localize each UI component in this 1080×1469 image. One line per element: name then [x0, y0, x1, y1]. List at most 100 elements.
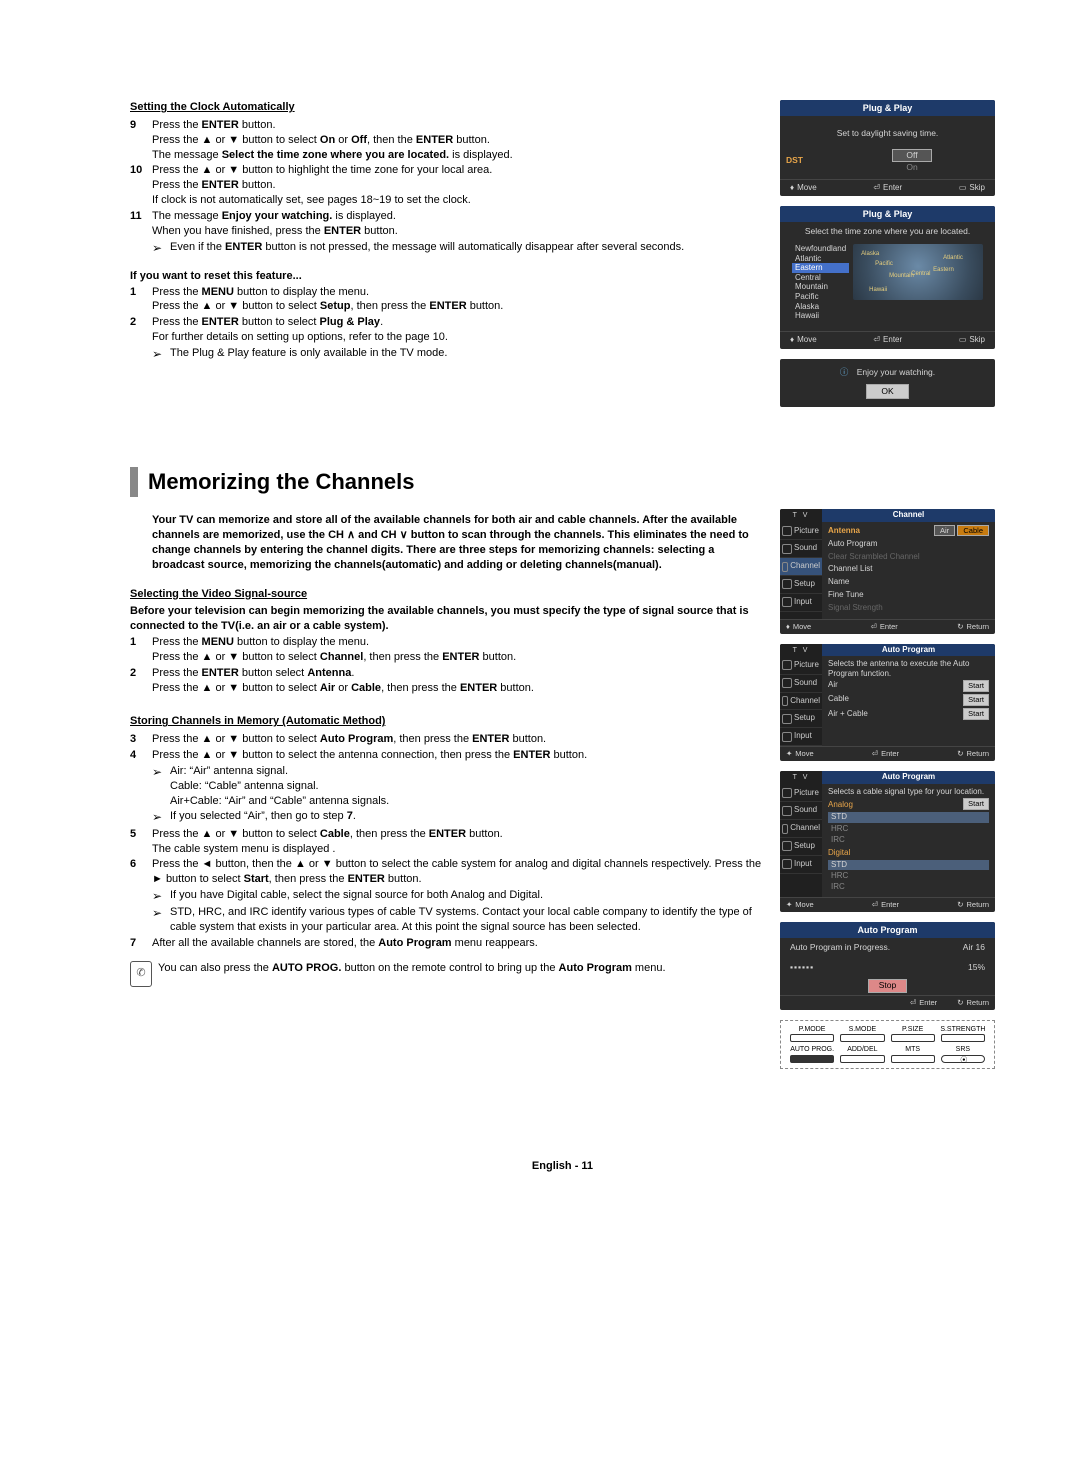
- stop-button[interactable]: Stop: [868, 979, 908, 992]
- start-button[interactable]: Start: [963, 680, 989, 692]
- ok-button[interactable]: OK: [866, 384, 908, 399]
- timezone-list[interactable]: Newfoundland Atlantic Eastern Central Mo…: [792, 244, 849, 321]
- osd-enjoy: ⓘ Enjoy your watching. OK: [780, 359, 995, 408]
- note-arrow: ➢ The Plug & Play feature is only availa…: [152, 346, 762, 362]
- hrc-option[interactable]: HRC: [828, 871, 989, 882]
- text: button to select: [239, 316, 320, 328]
- irc-option[interactable]: IRC: [828, 882, 989, 893]
- dst-on-option[interactable]: On: [892, 162, 932, 173]
- arrow-icon: ➢: [152, 764, 170, 809]
- remote-tip: ✆ You can also press the AUTO PROG. butt…: [130, 961, 762, 987]
- tz-item[interactable]: Pacific: [792, 292, 849, 302]
- remote-btn-smode: S.MODE: [837, 1025, 887, 1042]
- tab-sound[interactable]: Sound: [780, 802, 822, 820]
- menu-item-disabled: Signal Strength: [828, 603, 883, 614]
- return-hint: ↻ Return: [957, 622, 989, 632]
- setup-icon: [782, 579, 792, 589]
- tab-setup[interactable]: Setup: [780, 710, 822, 728]
- tab-input[interactable]: Input: [780, 594, 822, 612]
- hrc-option[interactable]: HRC: [828, 824, 989, 835]
- air-row[interactable]: Air: [828, 680, 838, 691]
- aircable-row[interactable]: Air + Cable: [828, 709, 868, 720]
- osd-message: Selects the antenna to execute the Auto …: [828, 659, 989, 678]
- tab-picture[interactable]: Picture: [780, 785, 822, 803]
- remote-btn-autoprog[interactable]: AUTO PROG.: [787, 1045, 837, 1062]
- start-button[interactable]: Start: [963, 708, 989, 720]
- step-body: Press the MENU button to display the men…: [152, 285, 762, 315]
- tz-item[interactable]: Atlantic: [792, 254, 849, 264]
- left-column-2: Your TV can memorize and store all of th…: [130, 509, 762, 1068]
- text: button.: [239, 179, 276, 191]
- osd-title: Plug & Play: [780, 206, 995, 222]
- return-hint: ↻ Return: [957, 749, 989, 759]
- cable-row[interactable]: Cable: [828, 694, 849, 705]
- section2-layout: Your TV can memorize and store all of th…: [130, 509, 995, 1068]
- dst-off-option[interactable]: Off: [892, 149, 932, 162]
- timezone-map: Alaska Pacific Mountain Central Eastern …: [853, 244, 983, 300]
- s2-step-4: 4 Press the ▲ or ▼ button to select the …: [130, 748, 762, 763]
- text: button to display the menu.: [234, 286, 369, 298]
- s1-step-1: 1 Press the MENU button to display the m…: [130, 635, 762, 665]
- text-bold: ENTER: [225, 241, 262, 253]
- tz-item[interactable]: Alaska: [792, 302, 849, 312]
- step-9: 9 Press the ENTER button. Press the ▲ or…: [130, 118, 762, 163]
- tz-item[interactable]: Newfoundland: [792, 244, 849, 254]
- start-button[interactable]: Start: [963, 694, 989, 706]
- cable-option[interactable]: Cable: [957, 525, 989, 536]
- channel-icon: [782, 562, 788, 572]
- start-button[interactable]: Start: [963, 798, 989, 810]
- text-bold: Enjoy your watching.: [222, 210, 333, 222]
- osd-autoprogram-cable: T V Picture Sound Channel Setup Input Au…: [780, 771, 995, 912]
- step-10: 10 Press the ▲ or ▼ button to highlight …: [130, 163, 762, 208]
- tab-sound[interactable]: Sound: [780, 675, 822, 693]
- step-body: Press the ◄ button, then the ▲ or ▼ butt…: [152, 857, 762, 887]
- text: For further details on setting up option…: [152, 330, 762, 345]
- right-column-top: Plug & Play Set to daylight saving time.…: [780, 100, 995, 407]
- menu-item[interactable]: Name: [828, 577, 849, 588]
- tab-channel[interactable]: Channel: [780, 558, 822, 576]
- tz-item[interactable]: Central: [792, 273, 849, 283]
- tab-setup[interactable]: Setup: [780, 838, 822, 856]
- text: The message: [152, 149, 222, 161]
- text-bold: Plug & Play: [320, 316, 381, 328]
- map-label: Central: [911, 270, 930, 278]
- enter-hint: ⏎ Enter: [872, 900, 899, 910]
- tab-picture[interactable]: Picture: [780, 523, 822, 541]
- menu-item[interactable]: Auto Program: [828, 539, 877, 550]
- note-arrow: ➢ Air: “Air” antenna signal. Cable: “Cab…: [152, 764, 762, 809]
- std-option[interactable]: STD: [828, 812, 989, 823]
- tab-sound[interactable]: Sound: [780, 540, 822, 558]
- tab-picture[interactable]: Picture: [780, 657, 822, 675]
- move-hint: ♦ Move: [790, 183, 817, 194]
- reset-step-2: 2 Press the ENTER button to select Plug …: [130, 315, 762, 345]
- note-text: The Plug & Play feature is only availabl…: [170, 346, 762, 362]
- memorizing-heading: Memorizing the Channels: [130, 467, 995, 497]
- tz-item[interactable]: Mountain: [792, 282, 849, 292]
- air-option[interactable]: Air: [934, 525, 955, 536]
- note-text: Even if the ENTER button is not pressed,…: [170, 240, 762, 256]
- tz-item[interactable]: Hawaii: [792, 311, 849, 321]
- tab-input[interactable]: Input: [780, 856, 822, 874]
- std-option[interactable]: STD: [828, 860, 989, 871]
- menu-item[interactable]: Fine Tune: [828, 590, 864, 601]
- s2-step-7: 7 After all the available channels are s…: [130, 936, 762, 951]
- tz-item-selected[interactable]: Eastern: [792, 263, 849, 273]
- skip-hint: ▭ Skip: [959, 335, 985, 346]
- step-number: 7: [130, 936, 152, 951]
- menu-tabs: T V Picture Sound Channel Setup Input: [780, 771, 822, 897]
- irc-option[interactable]: IRC: [828, 835, 989, 846]
- note-arrow: ➢ If you have Digital cable, select the …: [152, 888, 762, 904]
- note-text: Air: “Air” antenna signal. Cable: “Cable…: [170, 764, 762, 809]
- tab-input[interactable]: Input: [780, 728, 822, 746]
- osd-message: Enjoy your watching.: [857, 367, 935, 377]
- osd-timezone: Plug & Play Select the time zone where y…: [780, 206, 995, 348]
- tab-channel[interactable]: Channel: [780, 820, 822, 838]
- text: button is not pressed, the message will …: [262, 241, 684, 253]
- menu-item[interactable]: Channel List: [828, 564, 872, 575]
- tab-channel[interactable]: Channel: [780, 693, 822, 711]
- note-arrow: ➢ STD, HRC, and IRC identify various typ…: [152, 905, 762, 935]
- menu-title: Channel: [822, 509, 995, 522]
- step-number: 3: [130, 732, 152, 747]
- sound-icon: [782, 544, 792, 554]
- tab-setup[interactable]: Setup: [780, 576, 822, 594]
